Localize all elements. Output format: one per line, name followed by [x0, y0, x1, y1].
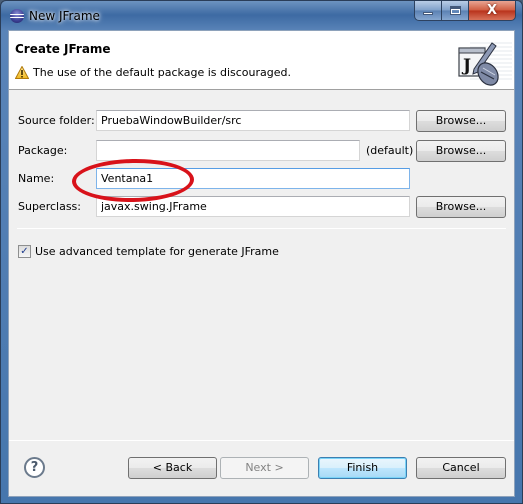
superclass-label: Superclass: [18, 200, 81, 213]
jframe-wizard-icon: J [450, 33, 512, 89]
package-input[interactable] [96, 140, 360, 161]
maximize-button[interactable] [442, 1, 469, 21]
window-controls: X [414, 1, 516, 21]
superclass-browse-button[interactable]: Browse... [416, 196, 506, 218]
warning-icon [15, 66, 29, 79]
advanced-template-option[interactable]: ✓ Use advanced template for generate JFr… [18, 245, 279, 258]
source-folder-browse-button[interactable]: Browse... [416, 110, 506, 132]
package-row: Package: (default) Browse... [9, 140, 514, 162]
warning-message: The use of the default package is discou… [15, 66, 291, 79]
source-folder-label: Source folder: [18, 114, 95, 127]
wizard-header: Create JFrame The use of the default pac… [9, 31, 514, 90]
help-icon: ? [30, 460, 39, 475]
next-button[interactable]: Next > [220, 457, 309, 479]
name-label: Name: [18, 172, 55, 185]
title-bar[interactable]: New JFrame X [1, 1, 522, 31]
minimize-button[interactable] [414, 1, 442, 21]
back-button[interactable]: < Back [128, 457, 217, 479]
source-folder-row: Source folder: Browse... [9, 110, 514, 132]
form-separator [17, 228, 506, 229]
package-browse-button[interactable]: Browse... [416, 140, 506, 162]
help-button[interactable]: ? [24, 457, 45, 478]
finish-button[interactable]: Finish [318, 457, 407, 479]
package-default-label: (default) [366, 144, 414, 157]
close-icon: X [486, 3, 498, 18]
superclass-row: Superclass: Browse... [9, 196, 514, 218]
window-title: New JFrame [29, 9, 100, 23]
advanced-template-checkbox[interactable]: ✓ [18, 245, 31, 258]
package-label: Package: [18, 144, 68, 157]
svg-text:J: J [461, 56, 471, 76]
footer-separator [9, 440, 514, 441]
wizard-window: New JFrame X Create JFrame The use of th… [0, 0, 523, 504]
maximize-icon [449, 6, 461, 15]
superclass-input[interactable] [96, 196, 410, 217]
checkmark-icon: ✓ [20, 245, 29, 257]
dialog-client-area: Create JFrame The use of the default pac… [8, 30, 515, 497]
minimize-icon [423, 12, 433, 15]
close-button[interactable]: X [469, 1, 516, 21]
cancel-button[interactable]: Cancel [416, 457, 506, 479]
eclipse-app-icon [10, 9, 24, 23]
advanced-template-label: Use advanced template for generate JFram… [35, 245, 279, 258]
warning-text: The use of the default package is discou… [33, 66, 292, 79]
wizard-title: Create JFrame [15, 42, 111, 56]
name-field[interactable] [96, 168, 410, 189]
name-row: Name: [9, 168, 514, 190]
source-folder-input[interactable] [96, 110, 410, 131]
